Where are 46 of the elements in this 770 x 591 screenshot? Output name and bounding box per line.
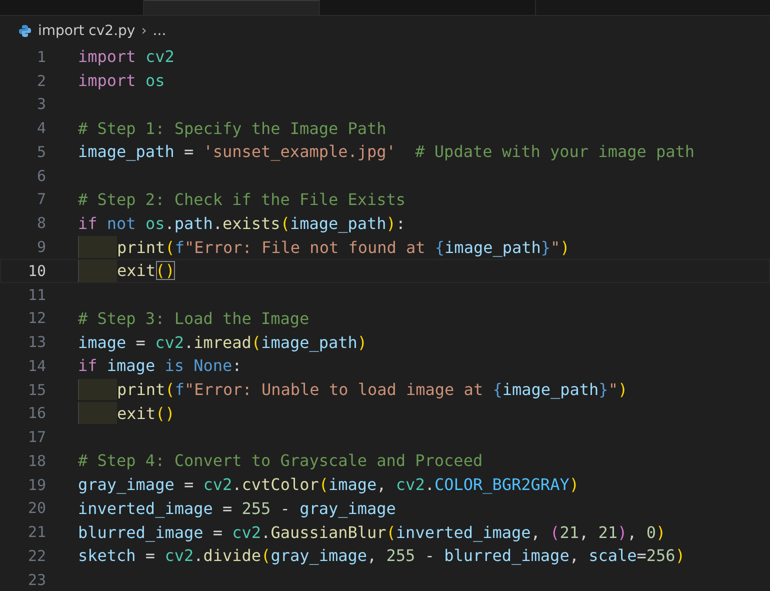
- code-line: gray_image = cv2.cvtColor(image, cv2.COLOR_BGR2GRAY): [78, 474, 579, 496]
- code-line: blurred_image = cv2.GaussianBlur(inverted_image, (21, 21), 0): [78, 522, 666, 544]
- code-line: inverted_image = 255 - gray_image: [78, 498, 396, 520]
- line-number: 21: [26, 523, 46, 542]
- line-number: 5: [36, 142, 46, 161]
- line-number: 2: [36, 72, 46, 90]
- line-number: 3: [36, 95, 46, 114]
- code-line: image_path = 'sunset_example.jpg' # Update with your image path: [78, 141, 695, 163]
- breadcrumb-file[interactable]: import cv2.py: [38, 22, 136, 38]
- line-number: 15: [26, 380, 46, 399]
- code-line: # Step 2: Check if the File Exists: [78, 188, 406, 210]
- code-line: if image is None:: [78, 355, 242, 377]
- line-number: 14: [26, 356, 46, 375]
- code-line: sketch = cv2.divide(gray_image, 255 - blurred_image, scale=256): [78, 545, 685, 567]
- line-number: 10: [26, 262, 46, 280]
- line-number: 22: [26, 546, 46, 565]
- code-line: import os: [78, 70, 165, 92]
- code-line: # Step 3: Load the Image: [78, 308, 310, 330]
- line-number: 16: [26, 404, 46, 422]
- line-number: 4: [36, 119, 46, 138]
- code-line: image = cv2.imread(image_path): [78, 332, 368, 353]
- code-line: import cv2: [78, 46, 174, 68]
- python-file-icon: [18, 24, 32, 38]
- line-number: 18: [26, 452, 46, 470]
- line-number: 19: [26, 476, 46, 494]
- breadcrumb-more[interactable]: ...: [152, 22, 166, 38]
- code-line: # Step 4: Convert to Grayscale and Proceed: [78, 450, 483, 472]
- code-line: print(f"Error: Unable to load image at {image_path}"): [117, 379, 628, 400]
- editor-tab[interactable]: [144, 0, 320, 15]
- line-number: 20: [26, 499, 46, 518]
- line-number: 17: [26, 428, 46, 446]
- breadcrumb-separator: ›: [141, 22, 147, 38]
- line-number: 8: [36, 214, 46, 232]
- line-number: 1: [36, 48, 46, 66]
- line-number: 6: [36, 166, 46, 185]
- line-number: 9: [36, 238, 46, 256]
- code-line: exit(): [117, 260, 175, 282]
- code-line: if not os.path.exists(image_path):: [78, 212, 406, 234]
- line-number: 7: [36, 190, 46, 208]
- line-number: 13: [26, 333, 46, 352]
- code-line: exit(): [117, 402, 175, 424]
- code-line: print(f"Error: File not found at {image_path}"): [117, 236, 570, 258]
- line-number: 23: [26, 570, 46, 589]
- line-number: 11: [26, 286, 46, 304]
- code-line: # Step 1: Specify the Image Path: [78, 118, 386, 140]
- line-number: 12: [26, 309, 46, 328]
